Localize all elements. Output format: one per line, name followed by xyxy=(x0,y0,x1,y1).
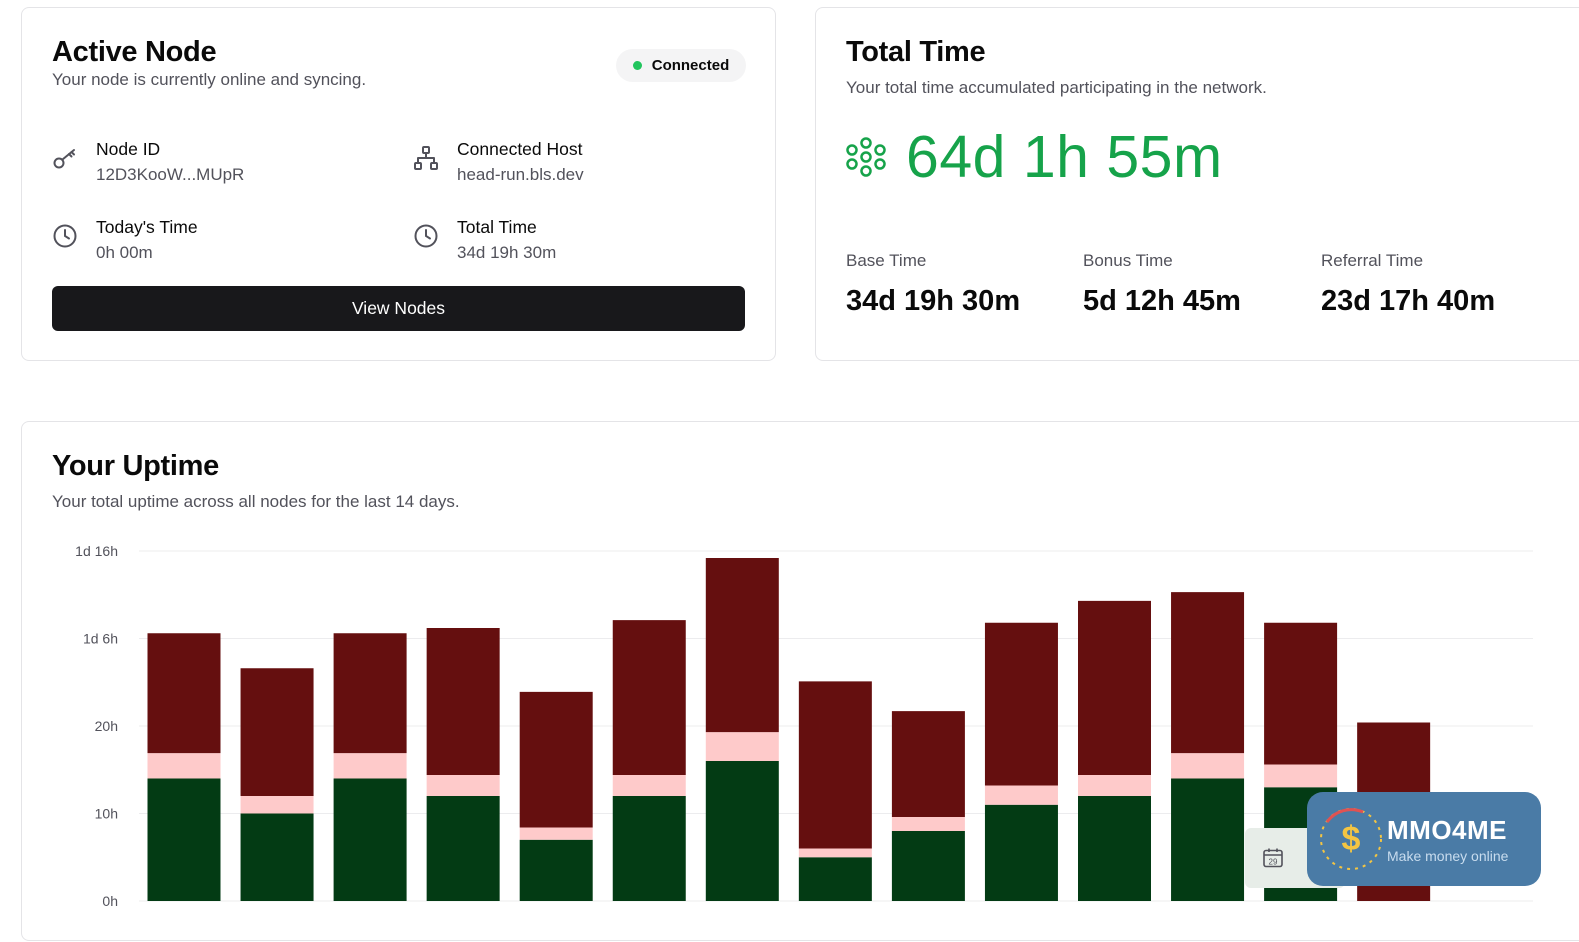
bar-segment[interactable] xyxy=(612,620,686,775)
todays-time-label: Today's Time xyxy=(96,217,198,237)
bar-segment[interactable] xyxy=(891,831,965,901)
total-time-value: 64d 1h 55m xyxy=(906,124,1223,190)
referral-time-value: 23d 17h 40m xyxy=(1321,285,1496,317)
node-id-value: 12D3KooW...MUpR xyxy=(96,165,245,184)
mmo4me-brand: MMO4ME xyxy=(1387,814,1507,845)
clock-icon xyxy=(414,224,438,248)
bar-segment[interactable] xyxy=(240,796,314,814)
total-time-subtitle: Your total time accumulated participatin… xyxy=(846,78,1267,97)
active-node-title: Active Node xyxy=(52,36,217,68)
dollar-logo-icon: $ xyxy=(1320,808,1382,870)
key-icon xyxy=(53,149,75,169)
base-time-stat: Base Time 34d 19h 30m xyxy=(846,251,1020,318)
bar-segment[interactable] xyxy=(984,785,1058,805)
total-time-value: 34d 19h 30m xyxy=(457,243,557,262)
bar-segment[interactable] xyxy=(1171,753,1245,779)
bar-segment[interactable] xyxy=(612,775,686,796)
bar-segment[interactable] xyxy=(1171,778,1245,902)
todays-time-value: 0h 00m xyxy=(96,243,153,262)
uptime-title: Your Uptime xyxy=(52,450,219,482)
bonus-time-stat: Bonus Time 5d 12h 45m xyxy=(1083,251,1241,318)
bar-segment[interactable] xyxy=(891,711,965,817)
status-text: Connected xyxy=(651,57,730,74)
bonus-time-value: 5d 12h 45m xyxy=(1083,285,1241,317)
uptime-subtitle: Your total uptime across all nodes for t… xyxy=(52,492,460,511)
bar-segment[interactable] xyxy=(798,857,872,901)
bar-segment[interactable] xyxy=(798,848,872,858)
bar-segment[interactable] xyxy=(147,633,221,754)
mmo4me-watermark: $ MMO4ME Make money online xyxy=(1307,792,1541,886)
bar-segment[interactable] xyxy=(1078,796,1151,901)
bar-segment[interactable] xyxy=(240,668,314,796)
bar-segment[interactable] xyxy=(333,633,407,754)
total-time-label: Total Time xyxy=(457,217,537,237)
bar-segment[interactable] xyxy=(984,622,1058,786)
referral-time-label: Referral Time xyxy=(1321,251,1424,270)
node-id-label: Node ID xyxy=(96,139,161,159)
calendar-icon: 29 xyxy=(1263,848,1283,868)
base-time-value: 34d 19h 30m xyxy=(846,285,1021,317)
status-dot-icon xyxy=(632,61,642,70)
bonus-time-label: Bonus Time xyxy=(1083,251,1173,270)
connected-host-value: head-run.bls.dev xyxy=(457,165,584,184)
y-tick-label: 1d 16h xyxy=(75,543,118,559)
bar-segment[interactable] xyxy=(1264,622,1338,765)
view-nodes-button[interactable]: View Nodes xyxy=(52,286,745,331)
bar-segment[interactable] xyxy=(1078,600,1151,775)
bar-segment[interactable] xyxy=(240,813,314,902)
bar-segment[interactable] xyxy=(333,778,407,902)
calendar-day: 29 xyxy=(1269,857,1278,866)
y-tick-label: 0h xyxy=(102,893,118,909)
bar-segment[interactable] xyxy=(612,796,686,901)
bar-segment[interactable] xyxy=(333,753,407,779)
referral-time-stat: Referral Time 23d 17h 40m xyxy=(1321,251,1495,318)
base-time-label: Base Time xyxy=(846,251,927,270)
bar-segment[interactable] xyxy=(705,558,779,733)
total-time-display: 64d 1h 55m xyxy=(846,123,1223,191)
bar-segment[interactable] xyxy=(705,761,779,901)
connected-host-label: Connected Host xyxy=(457,139,583,159)
bar-segment[interactable] xyxy=(891,817,965,831)
bar-segment[interactable] xyxy=(426,796,500,901)
bar-segment[interactable] xyxy=(1264,764,1338,788)
network-icon xyxy=(414,146,438,170)
bar-segment[interactable] xyxy=(705,732,779,761)
bar-segment[interactable] xyxy=(519,691,593,828)
active-node-subtitle: Your node is currently online and syncin… xyxy=(52,70,367,89)
bar-segment[interactable] xyxy=(519,827,593,840)
total-time-card: Total Time Your total time accumulated p… xyxy=(815,7,1579,361)
status-badge: Connected xyxy=(616,49,746,82)
bar-segment[interactable] xyxy=(1078,775,1151,796)
bar-segment[interactable] xyxy=(426,628,500,775)
bar-segment[interactable] xyxy=(1171,592,1245,754)
y-tick-label: 10h xyxy=(95,806,118,822)
bar-segment[interactable] xyxy=(147,778,221,902)
mmo4me-tagline: Make money online xyxy=(1387,847,1509,864)
active-node-card: Active Node Your node is currently onlin… xyxy=(21,7,776,361)
total-time-title: Total Time xyxy=(846,36,986,68)
svg-text:$: $ xyxy=(1342,820,1361,858)
y-tick-label: 20h xyxy=(95,718,118,734)
clock-icon xyxy=(53,224,77,248)
bar-segment[interactable] xyxy=(798,681,872,849)
bar-segment[interactable] xyxy=(147,753,221,779)
nodes-cluster-icon xyxy=(846,137,886,177)
bar-segment[interactable] xyxy=(426,775,500,796)
y-tick-label: 1d 6h xyxy=(83,631,118,647)
bar-segment[interactable] xyxy=(984,804,1058,901)
bar-segment[interactable] xyxy=(519,839,593,901)
